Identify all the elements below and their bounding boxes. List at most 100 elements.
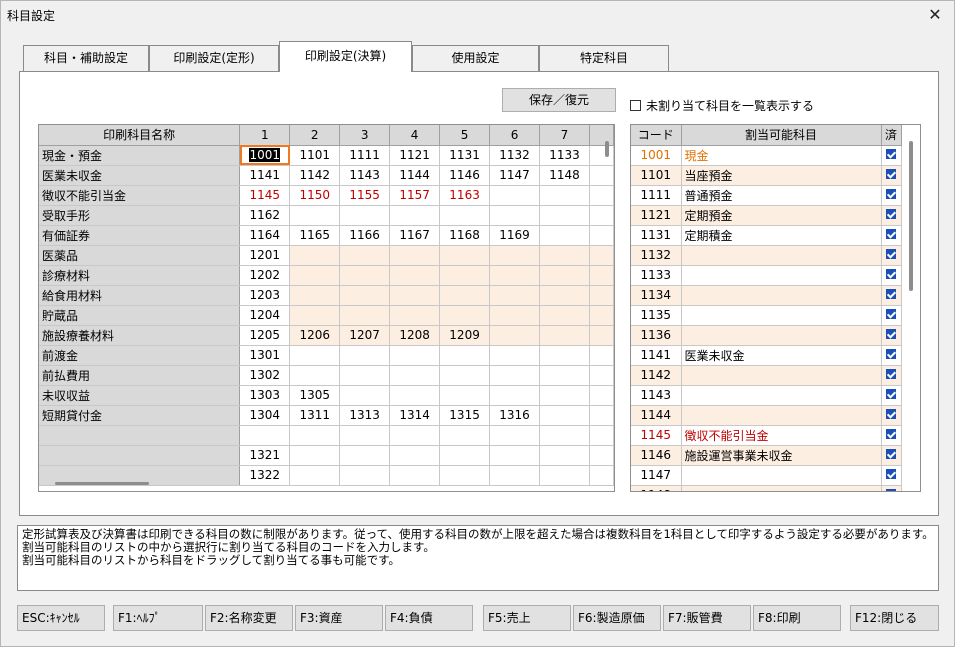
code-cell[interactable] — [439, 305, 491, 326]
code-cell[interactable] — [539, 265, 590, 286]
list-item[interactable]: 1134 — [631, 285, 920, 306]
code-cell[interactable]: 1313 — [339, 405, 391, 426]
code-cell[interactable] — [539, 405, 590, 426]
f6-manufacturing-cost-button[interactable]: F6:製造原価 — [573, 605, 661, 631]
code-cell[interactable] — [389, 425, 441, 446]
code-cell[interactable]: 1301 — [239, 345, 291, 366]
f1-help-button[interactable]: F1:ﾍﾙﾌﾟ — [113, 605, 203, 631]
list-item[interactable]: 1133 — [631, 265, 920, 286]
code-cell[interactable] — [389, 445, 441, 466]
code-cell[interactable] — [539, 305, 590, 326]
list-item[interactable]: 1121 定期預金 — [631, 205, 920, 226]
code-cell[interactable]: 1155 — [339, 185, 391, 206]
list-item[interactable]: 1141 医業未収金 — [631, 345, 920, 366]
list-item[interactable]: 1143 — [631, 385, 920, 406]
code-cell[interactable] — [339, 425, 391, 446]
checked-icon[interactable] — [886, 229, 896, 239]
list-item[interactable]: 1101 当座預金 — [631, 165, 920, 186]
assigned-checkbox-cell[interactable] — [881, 205, 902, 226]
code-cell[interactable] — [489, 465, 540, 486]
code-cell[interactable] — [389, 385, 441, 406]
table-row[interactable]: 徴収不能引当金 1145 1150 1155 1157 1163 — [39, 185, 614, 206]
code-cell[interactable] — [489, 325, 540, 346]
list-item[interactable]: 1135 — [631, 305, 920, 326]
checked-icon[interactable] — [886, 189, 896, 199]
checked-icon[interactable] — [886, 469, 896, 479]
code-cell[interactable]: 1131 — [439, 145, 491, 166]
list-item[interactable]: 1136 — [631, 325, 920, 346]
f7-sga-button[interactable]: F7:販管費 — [663, 605, 751, 631]
code-cell[interactable] — [289, 465, 341, 486]
f2-rename-button[interactable]: F2:名称変更 — [205, 605, 293, 631]
code-cell[interactable] — [489, 385, 540, 406]
code-cell[interactable]: 1209 — [439, 325, 491, 346]
assigned-checkbox-cell[interactable] — [881, 345, 902, 366]
code-cell[interactable] — [539, 245, 590, 266]
code-cell[interactable]: 1203 — [239, 285, 291, 306]
table-row[interactable] — [39, 425, 614, 446]
code-cell[interactable]: 1168 — [439, 225, 491, 246]
list-item[interactable]: 1132 — [631, 245, 920, 266]
table-row[interactable]: 現金・預金 1001 1101 1111 1121 1131 1132 1133 — [39, 145, 614, 166]
code-cell[interactable] — [339, 365, 391, 386]
code-cell[interactable]: 1164 — [239, 225, 291, 246]
code-cell[interactable] — [289, 365, 341, 386]
tab-print-fixed[interactable]: 印刷設定(定形) — [149, 45, 279, 72]
code-cell[interactable] — [439, 425, 491, 446]
table-row[interactable]: 給食用材料 1203 — [39, 285, 614, 306]
list-item[interactable]: 1145 徴収不能引当金 — [631, 425, 920, 446]
code-cell[interactable] — [339, 245, 391, 266]
code-cell[interactable] — [289, 305, 341, 326]
table-row[interactable]: 医業未収金 1141 1142 1143 1144 1146 1147 1148 — [39, 165, 614, 186]
code-cell[interactable] — [489, 285, 540, 306]
code-cell[interactable]: 1150 — [289, 185, 341, 206]
print-account-grid[interactable]: 印刷科目名称 1 2 3 4 5 6 7 現金・預金 1001 1101 1111 11… — [38, 124, 615, 492]
checked-icon[interactable] — [886, 209, 896, 219]
checked-icon[interactable] — [886, 349, 896, 359]
code-cell[interactable] — [389, 465, 441, 486]
code-cell[interactable] — [539, 345, 590, 366]
code-cell[interactable] — [489, 365, 540, 386]
assigned-checkbox-cell[interactable] — [881, 445, 902, 466]
code-cell[interactable] — [489, 265, 540, 286]
code-cell[interactable]: 1311 — [289, 405, 341, 426]
list-item[interactable]: 1148 — [631, 485, 920, 491]
assigned-checkbox-cell[interactable] — [881, 465, 902, 486]
checked-icon[interactable] — [886, 409, 896, 419]
checked-icon[interactable] — [886, 429, 896, 439]
code-cell[interactable]: 1321 — [239, 445, 291, 466]
table-row[interactable]: 前払費用 1302 — [39, 365, 614, 386]
code-cell[interactable] — [539, 185, 590, 206]
code-cell[interactable]: 1145 — [239, 185, 291, 206]
checked-icon[interactable] — [886, 449, 896, 459]
code-cell[interactable] — [389, 265, 441, 286]
code-cell[interactable] — [539, 285, 590, 306]
checked-icon[interactable] — [886, 489, 896, 491]
code-cell[interactable]: 1201 — [239, 245, 291, 266]
code-cell[interactable] — [339, 385, 391, 406]
checked-icon[interactable] — [886, 269, 896, 279]
list-item[interactable]: 1001 現金 — [631, 145, 920, 166]
list-item[interactable]: 1142 — [631, 365, 920, 386]
table-row[interactable]: 1321 — [39, 445, 614, 466]
list-item[interactable]: 1147 — [631, 465, 920, 486]
code-cell[interactable] — [539, 325, 590, 346]
checked-icon[interactable] — [886, 249, 896, 259]
code-cell[interactable] — [389, 305, 441, 326]
assigned-checkbox-cell[interactable] — [881, 325, 902, 346]
code-cell[interactable]: 1142 — [289, 165, 341, 186]
code-cell[interactable]: 1167 — [389, 225, 441, 246]
code-cell[interactable] — [539, 225, 590, 246]
code-cell[interactable]: 1111 — [339, 145, 391, 166]
table-row[interactable]: 施設療養材料 1205 1206 1207 1208 1209 — [39, 325, 614, 346]
code-cell[interactable]: 1133 — [539, 145, 590, 166]
code-cell[interactable]: 1147 — [489, 165, 540, 186]
list-item[interactable]: 1144 — [631, 405, 920, 426]
code-cell[interactable]: 1315 — [439, 405, 491, 426]
assigned-checkbox-cell[interactable] — [881, 385, 902, 406]
code-cell[interactable] — [339, 305, 391, 326]
assigned-checkbox-cell[interactable] — [881, 305, 902, 326]
code-cell[interactable] — [339, 345, 391, 366]
code-cell[interactable] — [489, 245, 540, 266]
code-cell[interactable]: 1322 — [239, 465, 291, 486]
